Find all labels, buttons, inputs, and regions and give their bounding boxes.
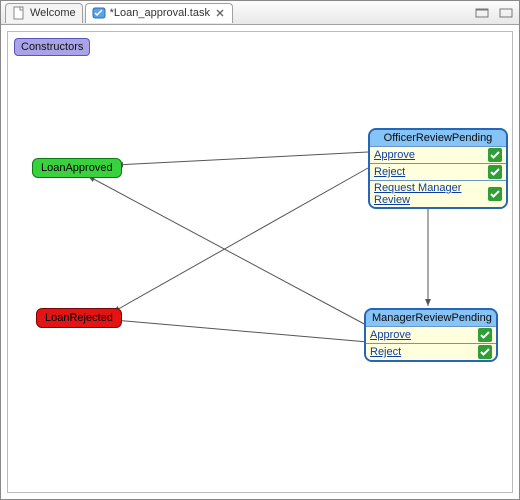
check-icon [488, 187, 502, 201]
tab-loan-approval[interactable]: *Loan_approval.task [85, 3, 233, 23]
state-title: ManagerReviewPending [366, 310, 496, 326]
action-request-manager-review[interactable]: Request Manager Review [370, 180, 506, 207]
task-file-icon [92, 6, 106, 20]
tab-bar: Welcome *Loan_approval.task [1, 1, 519, 25]
check-icon [478, 328, 492, 342]
state-loan-rejected[interactable]: LoanRejected [36, 308, 122, 328]
close-icon[interactable] [214, 7, 226, 19]
document-icon [12, 6, 26, 20]
state-label: LoanApproved [41, 162, 113, 174]
tab-label: Welcome [30, 7, 76, 19]
transition-arrows [8, 32, 512, 492]
check-icon [478, 345, 492, 359]
canvas-inner: Constructors [7, 31, 513, 493]
state-loan-approved[interactable]: LoanApproved [32, 158, 122, 178]
constructors-label: Constructors [21, 41, 83, 53]
action-approve[interactable]: Approve [366, 326, 496, 343]
diagram-canvas[interactable]: Constructors [1, 25, 519, 499]
action-label: Reject [370, 346, 401, 358]
action-approve[interactable]: Approve [370, 146, 506, 163]
editor-window: Welcome *Loan_approval.task Constructors [0, 0, 520, 500]
action-reject[interactable]: Reject [366, 343, 496, 360]
minimize-icon[interactable] [473, 6, 491, 20]
state-officer-review-pending[interactable]: OfficerReviewPending Approve Reject Requ… [368, 128, 508, 209]
state-manager-review-pending[interactable]: ManagerReviewPending Approve Reject [364, 308, 498, 362]
tab-label: *Loan_approval.task [110, 7, 210, 19]
action-label: Approve [370, 329, 411, 341]
check-icon [488, 165, 502, 179]
state-label: LoanRejected [45, 312, 113, 324]
action-reject[interactable]: Reject [370, 163, 506, 180]
action-label: Reject [374, 166, 405, 178]
state-title: OfficerReviewPending [370, 130, 506, 146]
check-icon [488, 148, 502, 162]
maximize-icon[interactable] [497, 6, 515, 20]
tab-welcome[interactable]: Welcome [5, 3, 83, 23]
action-label: Request Manager Review [374, 182, 484, 206]
action-label: Approve [374, 149, 415, 161]
constructors-button[interactable]: Constructors [14, 38, 90, 56]
